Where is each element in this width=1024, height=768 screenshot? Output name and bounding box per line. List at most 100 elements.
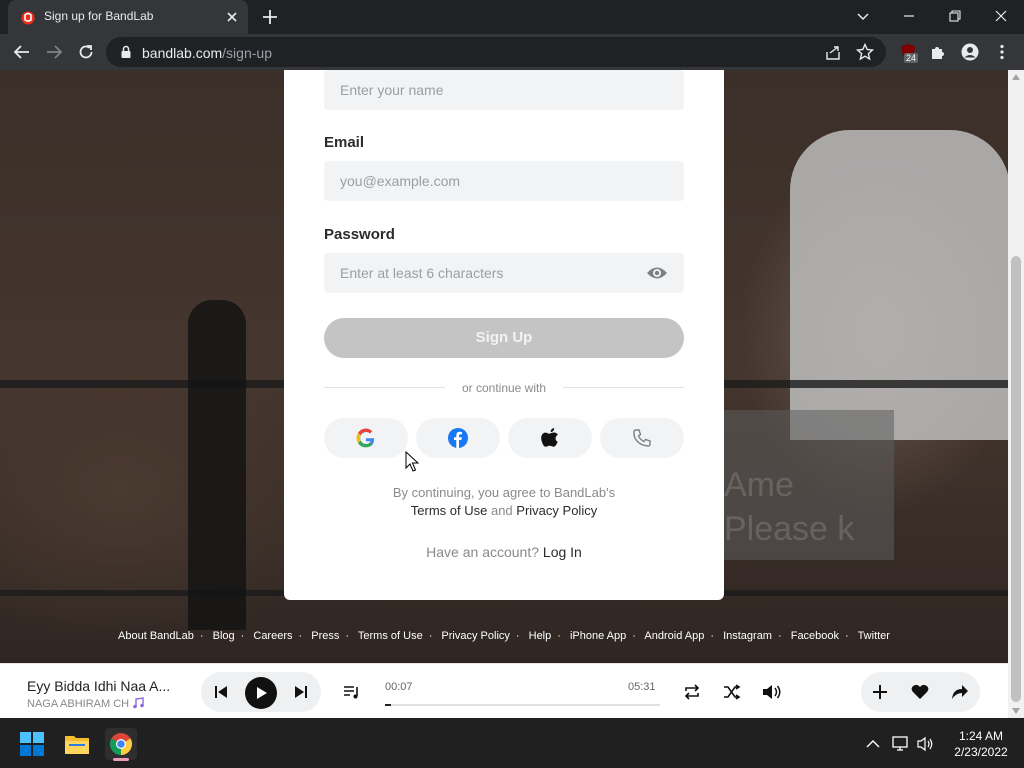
windows-logo-icon bbox=[20, 732, 44, 756]
repeat-icon bbox=[684, 684, 700, 700]
back-button[interactable] bbox=[10, 40, 34, 64]
apple-login-button[interactable] bbox=[508, 418, 592, 458]
skip-forward-icon bbox=[295, 686, 307, 698]
chrome-taskbar-button[interactable] bbox=[105, 728, 137, 761]
bandlab-logo-icon bbox=[21, 11, 35, 25]
footer-link-iphone-app[interactable]: iPhone App bbox=[570, 630, 626, 642]
url-text: bandlab.com/sign-up bbox=[142, 45, 272, 61]
share-arrow-icon bbox=[952, 685, 968, 699]
scroll-up-arrow-icon[interactable] bbox=[1012, 74, 1020, 80]
forward-button[interactable] bbox=[42, 40, 66, 64]
password-field[interactable]: Enter at least 6 characters bbox=[324, 253, 684, 293]
footer-separator: · bbox=[557, 630, 561, 642]
password-label: Password bbox=[324, 226, 395, 243]
music-player: Eyy Bidda Idhi Naa A... NAGA ABHIRAM CH … bbox=[0, 663, 1008, 718]
add-to-collection-button[interactable] bbox=[870, 682, 890, 702]
kebab-menu-icon bbox=[1000, 44, 1004, 60]
google-login-button[interactable] bbox=[324, 418, 408, 458]
next-track-button[interactable] bbox=[291, 682, 311, 702]
signup-button[interactable]: Sign Up bbox=[324, 318, 684, 358]
footer-link-press[interactable]: Press bbox=[311, 630, 339, 642]
active-app-indicator bbox=[113, 758, 129, 761]
signup-page: Ame Please k Enter your name Email you@e… bbox=[0, 70, 1008, 663]
footer-separator: · bbox=[845, 630, 849, 642]
file-explorer-taskbar-button[interactable] bbox=[61, 728, 93, 760]
repeat-button[interactable] bbox=[682, 682, 702, 702]
ublock-extension-button[interactable]: 24 bbox=[898, 42, 919, 63]
show-hidden-icons-button[interactable] bbox=[864, 735, 882, 753]
page-scrollbar[interactable] bbox=[1008, 70, 1024, 718]
login-link[interactable]: Log In bbox=[543, 544, 582, 560]
elapsed-time: 00:07 bbox=[385, 681, 413, 693]
show-password-eye-icon[interactable] bbox=[646, 263, 668, 283]
footer-link-privacy[interactable]: Privacy Policy bbox=[441, 630, 509, 642]
browser-menu-button[interactable] bbox=[992, 42, 1012, 62]
new-tab-icon[interactable] bbox=[258, 6, 282, 28]
total-duration: 05:31 bbox=[628, 681, 656, 693]
restore-button[interactable] bbox=[932, 0, 978, 32]
like-button[interactable] bbox=[910, 682, 930, 702]
privacy-policy-link[interactable]: Privacy Policy bbox=[516, 503, 597, 518]
footer-link-blog[interactable]: Blog bbox=[213, 630, 235, 642]
tab-search-button[interactable] bbox=[840, 0, 886, 32]
account-icon bbox=[961, 43, 979, 61]
start-button[interactable] bbox=[16, 728, 48, 760]
signup-card: Enter your name Email you@example.com Pa… bbox=[284, 70, 724, 600]
track-artist[interactable]: NAGA ABHIRAM CH bbox=[27, 697, 144, 710]
speaker-icon bbox=[917, 736, 933, 752]
play-button[interactable] bbox=[245, 677, 277, 709]
track-title[interactable]: Eyy Bidda Idhi Naa A... bbox=[27, 678, 170, 694]
share-icon[interactable] bbox=[824, 44, 842, 62]
close-tab-icon[interactable] bbox=[224, 9, 240, 25]
lock-icon[interactable] bbox=[120, 45, 132, 59]
volume-tray-icon[interactable] bbox=[917, 735, 935, 753]
heart-icon bbox=[911, 684, 929, 699]
queue-button[interactable] bbox=[342, 682, 362, 702]
progress-slider[interactable] bbox=[385, 704, 660, 706]
email-field[interactable]: you@example.com bbox=[324, 161, 684, 201]
apple-icon bbox=[541, 428, 558, 447]
footer-separator: · bbox=[345, 630, 350, 642]
profile-button[interactable] bbox=[960, 42, 980, 62]
footer-link-facebook[interactable]: Facebook bbox=[791, 630, 839, 642]
footer-separator: · bbox=[710, 630, 714, 642]
password-placeholder: Enter at least 6 characters bbox=[340, 265, 504, 281]
url-path: /sign-up bbox=[222, 45, 272, 61]
bookmark-star-icon[interactable] bbox=[856, 43, 874, 61]
system-clock[interactable]: 1:24 AM 2/23/2022 bbox=[944, 728, 1018, 760]
folder-icon bbox=[65, 736, 89, 754]
footer-link-terms[interactable]: Terms of Use bbox=[358, 630, 423, 642]
terms-of-use-link[interactable]: Terms of Use bbox=[411, 503, 488, 518]
mouse-cursor-icon bbox=[405, 451, 419, 472]
chrome-icon bbox=[110, 733, 132, 755]
name-field[interactable]: Enter your name bbox=[324, 70, 684, 110]
address-bar[interactable]: bandlab.com/sign-up bbox=[106, 37, 886, 67]
footer-link-careers[interactable]: Careers bbox=[253, 630, 292, 642]
shuffle-button[interactable] bbox=[722, 682, 742, 702]
music-note-icon bbox=[133, 697, 144, 709]
previous-track-button[interactable] bbox=[211, 682, 231, 702]
share-button[interactable] bbox=[950, 682, 970, 702]
arrow-right-icon bbox=[47, 45, 63, 59]
facebook-login-button[interactable] bbox=[416, 418, 500, 458]
network-tray-icon[interactable] bbox=[892, 735, 910, 753]
footer-link-about[interactable]: About BandLab bbox=[118, 630, 194, 642]
footer-link-twitter[interactable]: Twitter bbox=[858, 630, 890, 642]
phone-login-button[interactable] bbox=[600, 418, 684, 458]
extensions-button[interactable] bbox=[928, 42, 948, 62]
footer-link-help[interactable]: Help bbox=[529, 630, 552, 642]
footer-link-android-app[interactable]: Android App bbox=[644, 630, 704, 642]
clock-date: 2/23/2022 bbox=[954, 745, 1008, 759]
tab-title: Sign up for BandLab bbox=[44, 9, 154, 23]
tab-strip: Sign up for BandLab bbox=[0, 0, 1024, 34]
close-window-button[interactable] bbox=[978, 0, 1024, 32]
phone-icon bbox=[633, 429, 651, 447]
continue-with-text: or continue with bbox=[461, 381, 547, 395]
volume-button[interactable] bbox=[762, 682, 782, 702]
footer-link-instagram[interactable]: Instagram bbox=[723, 630, 772, 642]
scroll-down-arrow-icon[interactable] bbox=[1012, 708, 1020, 714]
browser-tab[interactable]: Sign up for BandLab bbox=[8, 0, 248, 34]
minimize-button[interactable] bbox=[886, 0, 932, 32]
reload-button[interactable] bbox=[74, 40, 98, 64]
scrollbar-thumb[interactable] bbox=[1011, 256, 1021, 702]
